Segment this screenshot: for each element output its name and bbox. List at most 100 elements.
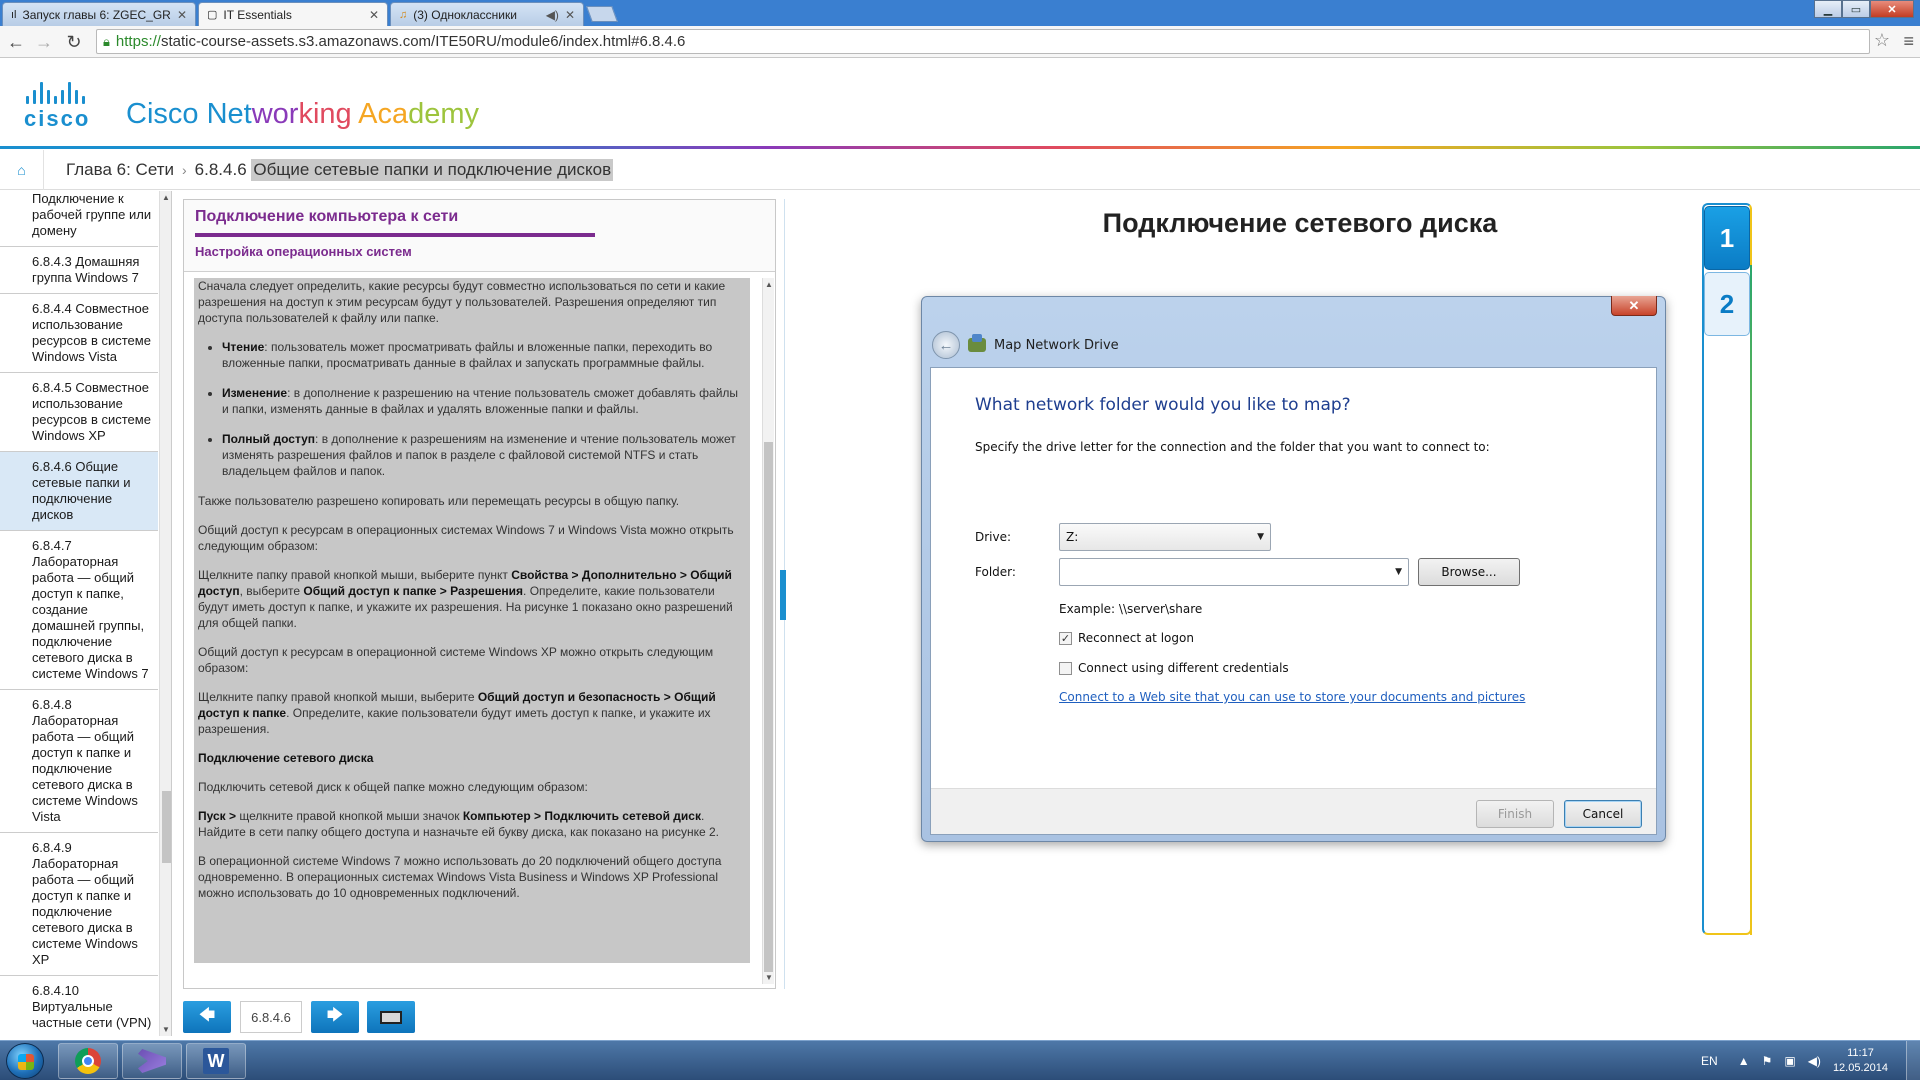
drive-select[interactable]: Z: ▼ <box>1059 523 1271 551</box>
toc-item[interactable]: 6.8.4.3 Домашняя группа Windows 7 <box>0 247 158 294</box>
tab-odnoklassniki[interactable]: ♫ (3) Одноклассники ◀) ✕ <box>390 2 584 26</box>
drive-label: Drive: <box>975 530 1012 544</box>
crumb-section-number: 6.8.4.6 <box>194 159 247 179</box>
dialog-title: Map Network Drive <box>994 337 1119 353</box>
header-rainbow-divider <box>0 146 1920 149</box>
store-documents-link[interactable]: Connect to a Web site that you can use t… <box>1059 690 1525 704</box>
taskbar-chrome[interactable] <box>58 1043 118 1079</box>
panel-subtitle: Настройка операционных систем <box>195 244 412 259</box>
next-page-button[interactable]: 🡆 <box>311 1001 359 1033</box>
bookmark-star-icon[interactable]: ☆ <box>1874 30 1890 51</box>
back-button[interactable]: ← <box>4 30 28 54</box>
close-icon[interactable]: ✕ <box>369 8 379 22</box>
chevron-down-icon: ▼ <box>1257 532 1264 542</box>
scroll-down-icon[interactable]: ▼ <box>162 1025 170 1034</box>
close-icon[interactable]: ✕ <box>565 8 575 22</box>
page-number-field[interactable]: 6.8.4.6 <box>240 1001 302 1033</box>
toc-item[interactable]: 6.8.4.4 Совместное использование ресурсо… <box>0 294 158 373</box>
close-window-button[interactable]: ✕ <box>1870 0 1914 18</box>
browser-toolbar: ← → ↻ 🔒︎ https://static-course-assets.s3… <box>0 26 1920 58</box>
tray-expand-icon[interactable]: ▲ <box>1738 1054 1750 1068</box>
crumb-chapter[interactable]: Глава 6: Сети <box>66 160 174 180</box>
maximize-button[interactable]: ▭ <box>1842 0 1870 18</box>
paragraph: Общий доступ к ресурсам в операционных с… <box>198 523 734 553</box>
paragraph: Подключить сетевой диск к общей папке мо… <box>198 780 588 794</box>
cisco-logo[interactable]: cisco <box>24 82 108 131</box>
panel-scrollbar[interactable]: ▲ ▼ <box>762 278 774 984</box>
arrow-left-icon: 🡄 <box>198 1006 216 1024</box>
speaker-icon[interactable]: ◀) <box>546 8 559 22</box>
list-item: Полный доступ: в дополнение к разрешения… <box>222 431 746 479</box>
window-controls: ▁ ▭ ✕ <box>1814 0 1914 18</box>
pane-resize-handle[interactable] <box>780 570 786 620</box>
address-bar[interactable]: 🔒︎ https://static-course-assets.s3.amazo… <box>96 29 1870 54</box>
dialog-description: Specify the drive letter for the connect… <box>975 440 1490 454</box>
scroll-up-icon[interactable]: ▲ <box>765 280 773 289</box>
tab-it-essentials[interactable]: ▢ IT Essentials ✕ <box>198 2 388 26</box>
tab-chapter-launch[interactable]: ıl Запуск главы 6: ZGEC_GR ✕ <box>2 2 196 26</box>
show-desktop-button[interactable] <box>1906 1041 1920 1080</box>
permission-list: Чтение: пользователь может просматривать… <box>222 339 746 479</box>
language-indicator[interactable]: EN <box>1701 1054 1718 1068</box>
toc-item-selected[interactable]: 6.8.4.6 Общие сетевые папки и подключени… <box>0 452 158 531</box>
fullscreen-button[interactable] <box>367 1001 415 1033</box>
paragraph: Общий доступ к ресурсам в операционной с… <box>198 645 714 675</box>
panel-text: Сначала следует определить, какие ресурс… <box>194 278 750 963</box>
clock[interactable]: 11:17 12.05.2014 <box>1833 1046 1888 1076</box>
forward-button[interactable]: → <box>32 30 56 54</box>
finish-button[interactable]: Finish <box>1476 800 1554 828</box>
figure-1-button[interactable]: 1 <box>1704 206 1750 270</box>
cancel-button[interactable]: Cancel <box>1564 800 1642 828</box>
list-item: Чтение: пользователь может просматривать… <box>222 339 746 371</box>
panel-header: Подключение компьютера к сети Настройка … <box>184 200 775 272</box>
taskbar-visual-studio[interactable] <box>122 1043 182 1079</box>
credentials-checkbox[interactable]: Connect using different credentials <box>1059 661 1289 675</box>
toc-item[interactable]: 6.8.4.5 Совместное использование ресурсо… <box>0 373 158 452</box>
menu-icon[interactable]: ≡ <box>1903 31 1914 52</box>
minimize-button[interactable]: ▁ <box>1814 0 1842 18</box>
toc-item[interactable]: 6.8.4.8 Лабораторная работа — общий дост… <box>0 690 158 833</box>
volume-icon[interactable]: ◀) <box>1808 1054 1821 1068</box>
visual-studio-icon <box>138 1049 166 1073</box>
network-icon[interactable]: ▣ <box>1784 1054 1795 1068</box>
sidebar-toc: Подключение к рабочей группе или домену … <box>0 191 172 1036</box>
new-tab-button[interactable] <box>586 6 618 22</box>
figure-2-button[interactable]: 2 <box>1704 272 1750 336</box>
toc-item[interactable]: 6.8.4.9 Лабораторная работа — общий дост… <box>0 833 158 976</box>
paragraph: Сначала следует определить, какие ресурс… <box>198 279 726 325</box>
scroll-up-icon[interactable]: ▲ <box>162 193 170 202</box>
flag-icon[interactable]: ⚑ <box>1762 1054 1773 1068</box>
crumb-separator: › <box>182 161 187 178</box>
back-arrow-icon[interactable]: ← <box>932 331 960 359</box>
toc-item[interactable]: Подключение к рабочей группе или домену <box>0 191 158 247</box>
sidebar-scrollbar[interactable]: ▲ ▼ <box>159 191 171 1036</box>
start-button[interactable] <box>6 1043 44 1079</box>
windows-taskbar: W EN ▲ ⚑ ▣ ◀) 11:17 12.05.2014 <box>0 1040 1920 1080</box>
folder-example: Example: \\server\share <box>1059 602 1203 616</box>
dialog-close-button[interactable]: ✕ <box>1611 296 1657 316</box>
dialog-footer: Finish Cancel <box>931 788 1656 834</box>
music-icon: ♫ <box>399 8 408 21</box>
scroll-down-icon[interactable]: ▼ <box>765 973 773 982</box>
close-icon[interactable]: ✕ <box>177 8 187 22</box>
toc-item[interactable]: 6.8.4.10 Виртуальные частные сети (VPN) <box>0 976 158 1036</box>
toc-item[interactable]: 6.8.4.7 Лабораторная работа — общий дост… <box>0 531 158 690</box>
dialog-body: What network folder would you like to ma… <box>930 367 1657 835</box>
paragraph: Щелкните папку правой кнопкой мыши, выбе… <box>198 568 733 630</box>
chevron-down-icon[interactable]: ▼ <box>1395 567 1402 577</box>
scroll-thumb[interactable] <box>764 442 773 972</box>
browse-button[interactable]: Browse... <box>1418 558 1520 586</box>
dialog-header: ← Map Network Drive <box>932 331 1119 359</box>
scroll-thumb[interactable] <box>162 791 171 863</box>
home-icon[interactable]: ⌂ <box>0 149 44 190</box>
crumb-section-title: Общие сетевые папки и подключение дисков <box>251 158 614 181</box>
folder-input[interactable]: ▼ <box>1059 558 1409 586</box>
taskbar-word[interactable]: W <box>186 1043 246 1079</box>
reload-button[interactable]: ↻ <box>62 30 86 54</box>
checkbox-unchecked-icon <box>1059 661 1072 675</box>
map-network-drive-dialog: ✕ ← Map Network Drive What network folde… <box>921 296 1666 842</box>
chrome-icon <box>75 1048 101 1074</box>
paragraph: Также пользователю разрешено копировать … <box>198 494 680 508</box>
prev-page-button[interactable]: 🡄 <box>183 1001 231 1033</box>
reconnect-checkbox[interactable]: ✓ Reconnect at logon <box>1059 631 1194 645</box>
